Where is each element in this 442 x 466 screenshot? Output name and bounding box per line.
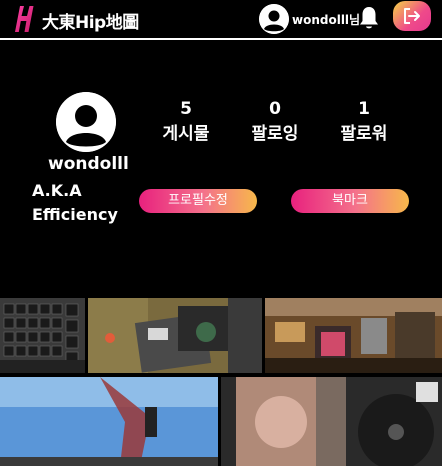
bio-line-2: Efficiency <box>32 205 118 224</box>
stat-posts-label: 게시물 <box>162 124 210 144</box>
top-header: 大東Hip地圖 wondolll님 <box>0 0 442 40</box>
stat-posts-value: 5 <box>180 99 192 119</box>
stat-followers-value: 1 <box>358 99 370 119</box>
post-thumbnail[interactable] <box>0 298 85 373</box>
logout-icon <box>404 8 420 24</box>
user-greeting[interactable]: wondolll님 <box>292 11 360 28</box>
stat-posts[interactable]: 5 게시물 <box>146 99 226 146</box>
stat-following[interactable]: 0 팔로잉 <box>235 99 315 146</box>
stat-followers-label: 팔로워 <box>340 124 388 144</box>
stat-followers[interactable]: 1 팔로워 <box>324 99 404 146</box>
post-thumbnail[interactable] <box>221 377 442 466</box>
profile-avatar-icon <box>56 92 116 152</box>
stat-following-label: 팔로잉 <box>251 124 299 144</box>
brand-title[interactable]: 大東Hip地圖 <box>42 8 139 33</box>
logo-icon[interactable] <box>9 4 39 34</box>
stat-following-value: 0 <box>269 99 281 119</box>
bookmark-button[interactable]: 북마크 <box>291 189 409 213</box>
user-avatar-icon[interactable] <box>259 4 289 34</box>
logout-button[interactable] <box>393 1 431 31</box>
post-thumbnail[interactable] <box>88 298 262 373</box>
bell-icon[interactable] <box>358 5 380 31</box>
post-thumbnail[interactable] <box>265 298 442 373</box>
profile-bio: A.K.A Efficiency <box>32 179 152 227</box>
profile-username: wondolll <box>48 154 129 174</box>
edit-profile-button[interactable]: 프로필수정 <box>139 189 257 213</box>
post-thumbnail[interactable] <box>0 377 218 466</box>
bio-line-1: A.K.A <box>32 181 82 200</box>
